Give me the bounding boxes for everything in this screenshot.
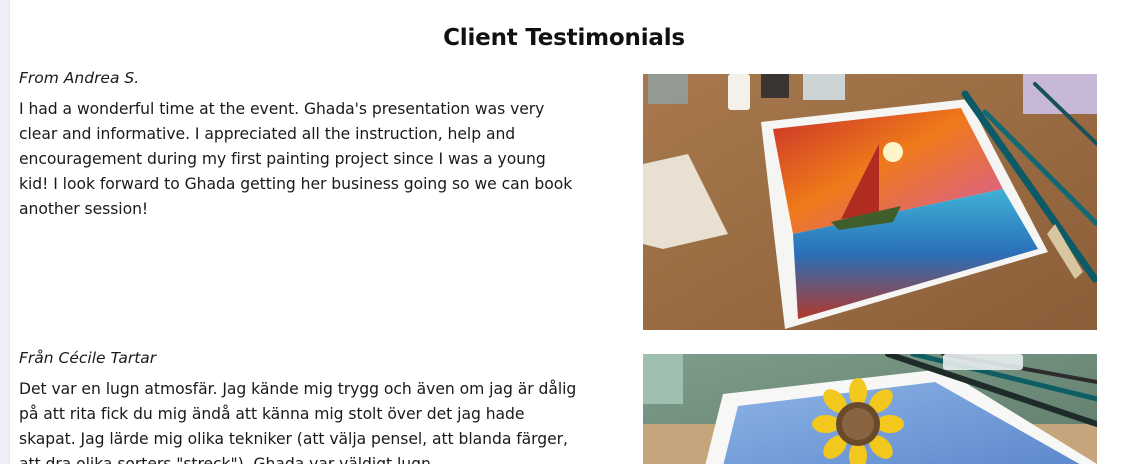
sailboat-painting-image [643,74,1097,330]
testimonials-page: Client Testimonials From Andrea S. I had… [0,0,1128,464]
left-scroll-rail [0,0,10,464]
testimonial-text: I had a wonderful time at the event. Gha… [19,100,573,218]
sunflower-painting-icon [643,354,1097,464]
sailboat-sunset-painting-icon [643,74,1097,330]
testimonial-author: From Andrea S. [19,69,140,87]
testimonial-cecile: Från Cécile Tartar Det var en lugn atmos… [19,348,579,464]
testimonial-author: Från Cécile Tartar [19,349,157,367]
testimonial-text: Det var en lugn atmosfär. Jag kände mig … [19,380,577,464]
testimonial-andrea: From Andrea S. I had a wonderful time at… [19,68,579,222]
sunflower-painting-image [643,354,1097,464]
section-title: Client Testimonials [443,25,685,51]
